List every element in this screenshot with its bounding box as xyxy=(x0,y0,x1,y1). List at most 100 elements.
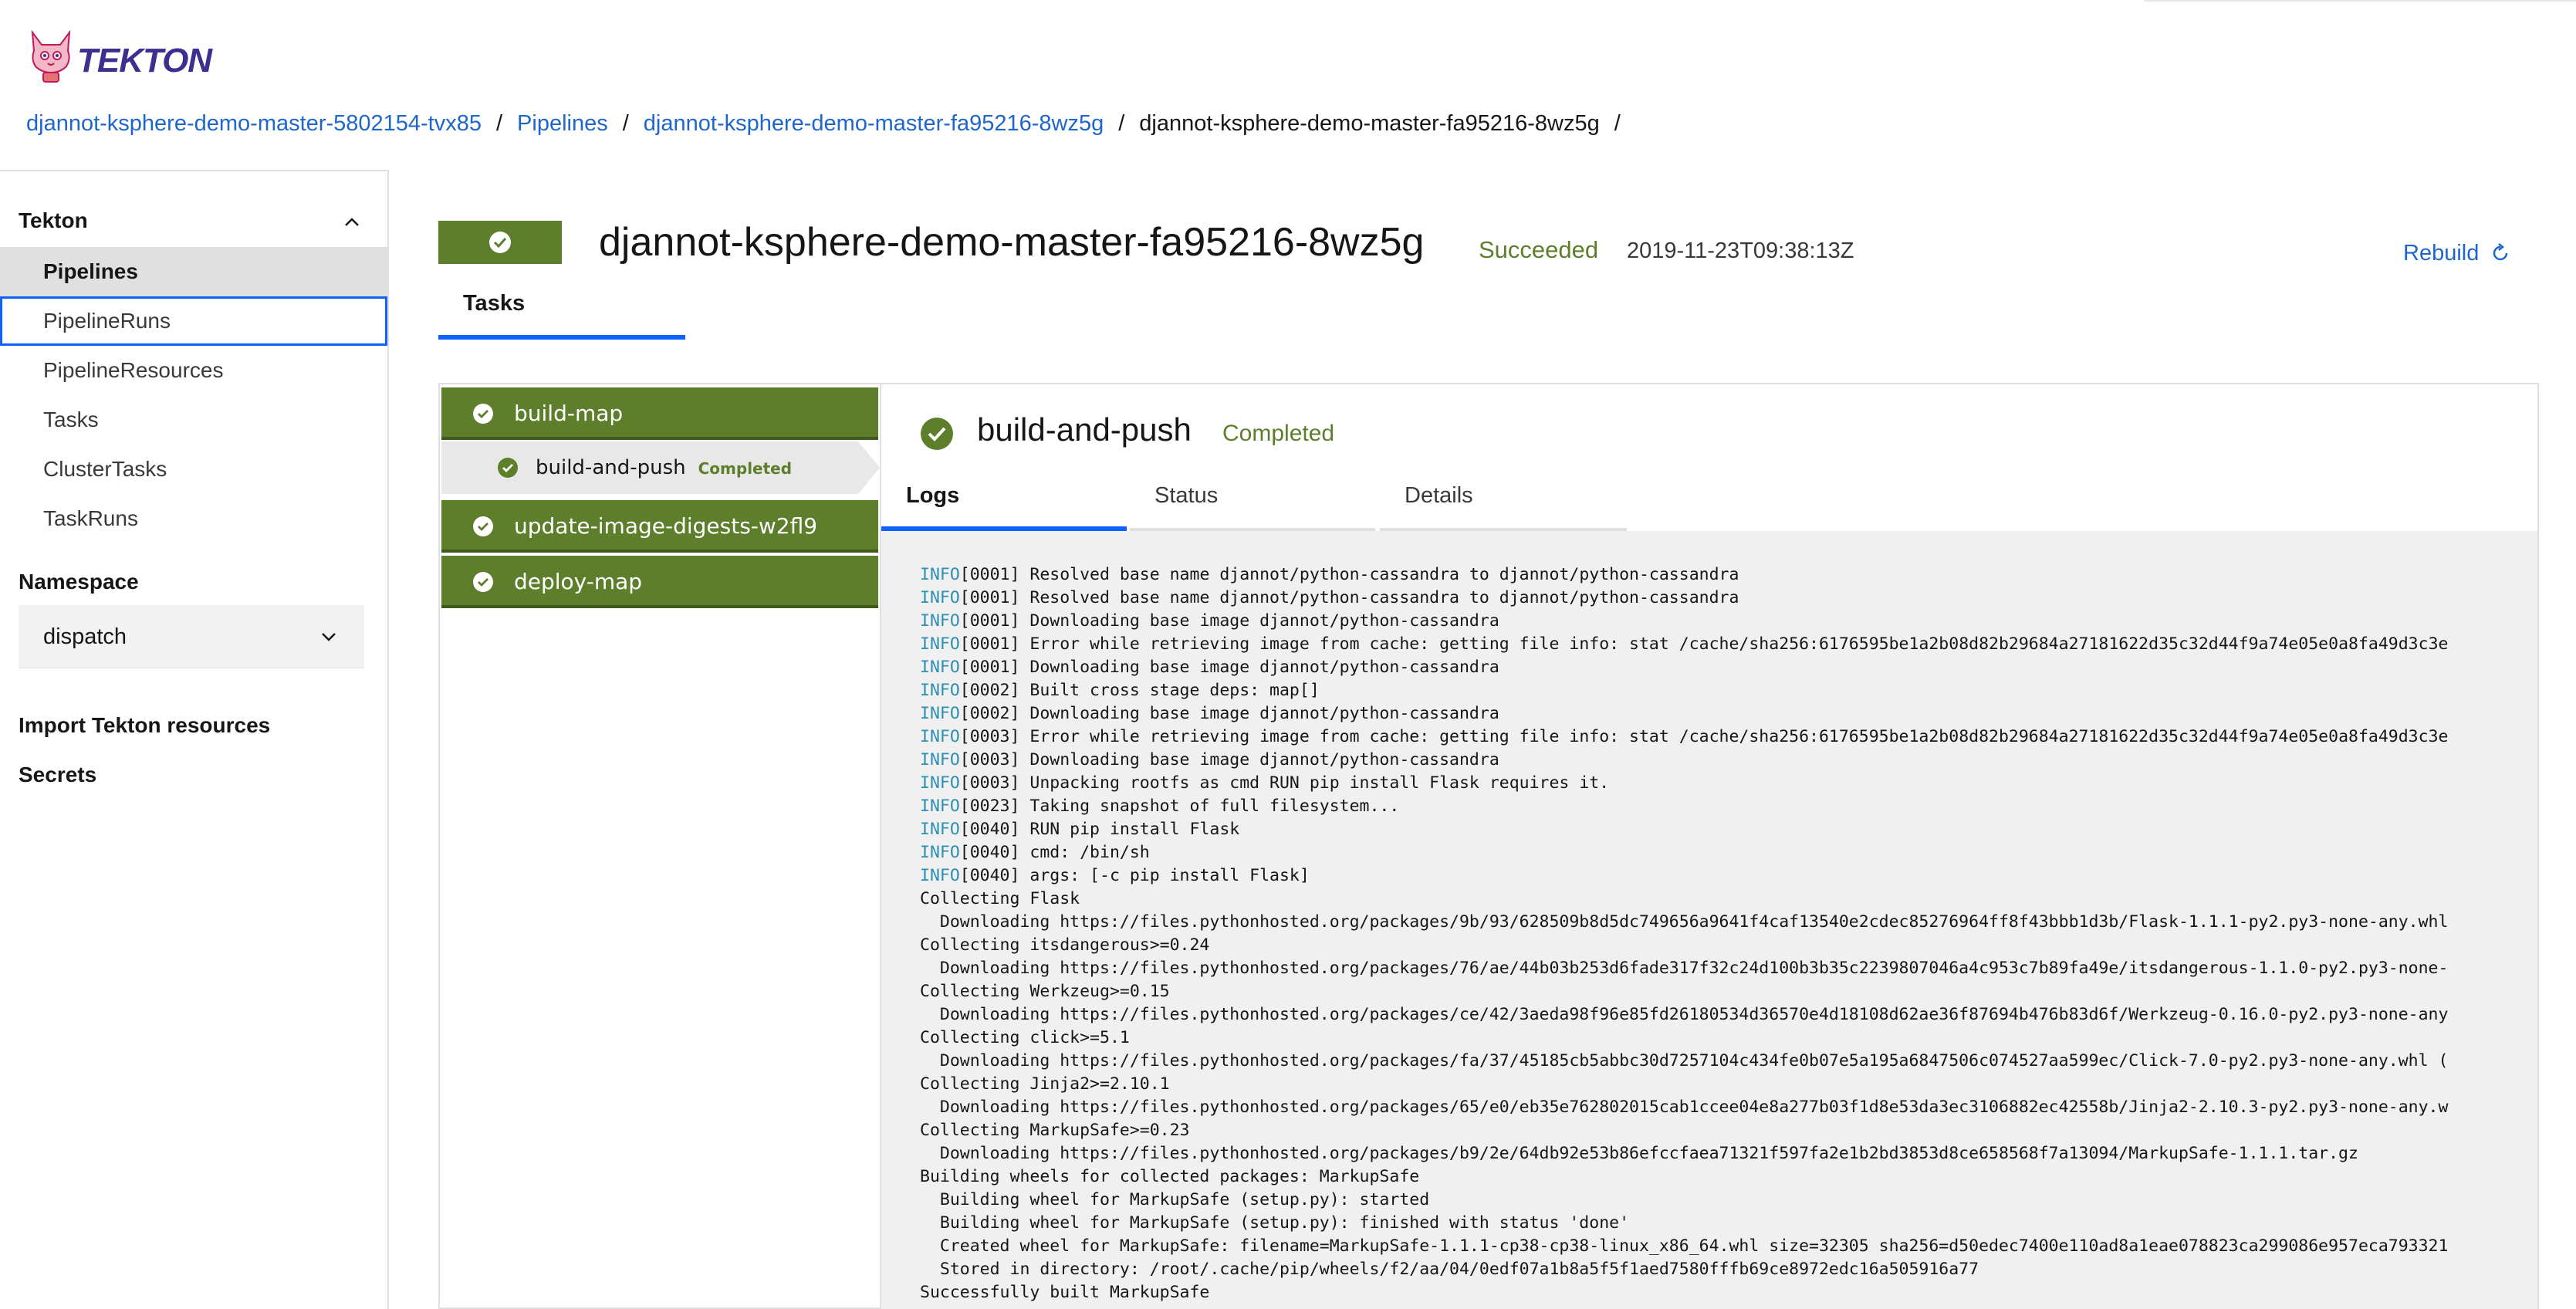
breadcrumb-separator: / xyxy=(622,111,629,136)
breadcrumb-separator: / xyxy=(495,111,503,136)
log-line: INFO[0003] Unpacking rootfs as cmd RUN p… xyxy=(920,772,2510,795)
log-text: Downloading https://files.pythonhosted.o… xyxy=(920,1051,2449,1071)
namespace-select[interactable]: dispatch xyxy=(19,605,364,668)
log-line: INFO[0023] Taking snapshot of full files… xyxy=(920,795,2510,818)
log-line: Downloading https://files.pythonhosted.o… xyxy=(920,957,2510,980)
log-line: Collecting Werkzeug>=0.15 xyxy=(920,980,2510,1003)
sidebar-section-tekton[interactable]: Tekton xyxy=(19,208,88,233)
log-text: [0001] Resolved base name djannot/python… xyxy=(959,565,1739,584)
log-line: Collecting MarkupSafe>=0.23 xyxy=(920,1119,2510,1142)
header-top-line xyxy=(2144,0,2576,2)
checkmark-circle-icon xyxy=(473,516,493,536)
rebuild-button[interactable]: Rebuild xyxy=(2403,239,2511,267)
log-line: Collecting itsdangerous>=0.24 xyxy=(920,934,2510,957)
log-text: [0002] Built cross stage deps: map[] xyxy=(959,681,1320,700)
log-text: Collecting Werkzeug>=0.15 xyxy=(920,982,1170,1001)
log-level: INFO xyxy=(920,773,960,793)
log-level: INFO xyxy=(920,565,960,584)
chevron-up-icon[interactable] xyxy=(341,211,363,233)
log-line: INFO[0003] Downloading base image djanno… xyxy=(920,749,2510,772)
step-status-badge: Completed xyxy=(698,459,793,478)
breadcrumb-pipelines-link[interactable]: Pipelines xyxy=(517,110,608,137)
sidebar-item-taskruns[interactable]: TaskRuns xyxy=(0,494,387,543)
log-text: Stored in directory: /root/.cache/pip/wh… xyxy=(920,1260,1979,1279)
tekton-cat-icon xyxy=(31,29,71,83)
log-line: INFO[0002] Built cross stage deps: map[] xyxy=(920,679,2510,702)
log-text: Building wheel for MarkupSafe (setup.py)… xyxy=(920,1213,1630,1233)
log-line: INFO[0001] Error while retrieving image … xyxy=(920,633,2510,656)
log-text: Downloading https://files.pythonhosted.o… xyxy=(920,1098,2449,1117)
checkmark-circle-icon xyxy=(473,404,493,424)
run-status-indicator xyxy=(438,221,562,264)
breadcrumb-namespace-link[interactable]: djannot-ksphere-demo-master-5802154-tvx8… xyxy=(26,110,482,137)
sidebar-item-secrets[interactable]: Secrets xyxy=(19,763,96,787)
breadcrumb-separator: / xyxy=(1614,111,1621,136)
task-label: deploy-map xyxy=(514,569,643,594)
chevron-down-icon xyxy=(322,633,336,641)
log-viewer[interactable]: INFO[0001] Resolved base name djannot/py… xyxy=(881,531,2537,1309)
log-text: Building wheel for MarkupSafe (setup.py)… xyxy=(920,1190,1430,1209)
log-line: INFO[0001] Resolved base name djannot/py… xyxy=(920,587,2510,610)
log-line: INFO[0002] Downloading base image djanno… xyxy=(920,702,2510,726)
log-line: Building wheel for MarkupSafe (setup.py)… xyxy=(920,1212,2510,1235)
task-deploy-map[interactable]: deploy-map xyxy=(441,556,878,608)
namespace-select-value: dispatch xyxy=(43,624,127,649)
log-text: [0040] cmd: /bin/sh xyxy=(959,843,1150,862)
sidebar-item-pipelineresources[interactable]: PipelineResources xyxy=(0,346,387,395)
log-text: Successfully built MarkupSafe xyxy=(920,1283,1210,1302)
log-text: Collecting Jinja2>=2.10.1 xyxy=(920,1074,1170,1094)
log-level: INFO xyxy=(920,634,960,654)
log-line: INFO[0001] Downloading base image djanno… xyxy=(920,656,2510,679)
task-build-map[interactable]: build-map xyxy=(441,387,878,440)
log-line: Downloading https://files.pythonhosted.o… xyxy=(920,1003,2510,1027)
log-text: Created wheel for MarkupSafe: filename=M… xyxy=(920,1236,2449,1256)
log-text: [0002] Downloading base image djannot/py… xyxy=(959,704,1499,723)
log-text: [0001] Resolved base name djannot/python… xyxy=(959,588,1739,607)
sidebar-item-tasks[interactable]: Tasks xyxy=(0,395,387,445)
log-text: [0040] RUN pip install Flask xyxy=(959,820,1240,839)
log-line: Successfully built MarkupSafe xyxy=(920,1281,2510,1304)
tab-status[interactable]: Status xyxy=(1130,472,1375,531)
log-text: Collecting MarkupSafe>=0.23 xyxy=(920,1121,1190,1140)
tekton-logo[interactable]: TEKTON xyxy=(26,28,212,83)
log-line: Downloading https://files.pythonhosted.o… xyxy=(920,1142,2510,1165)
sidebar-item-import-resources[interactable]: Import Tekton resources xyxy=(19,713,270,738)
log-line: Collecting click>=5.1 xyxy=(920,1027,2510,1050)
log-text: Downloading https://files.pythonhosted.o… xyxy=(920,1005,2449,1024)
task-label: build-map xyxy=(514,401,624,426)
selected-step-pointer xyxy=(858,441,880,494)
log-text: [0003] Unpacking rootfs as cmd RUN pip i… xyxy=(959,773,1610,793)
breadcrumb-current-run: djannot-ksphere-demo-master-fa95216-8wz5… xyxy=(1139,111,1600,136)
log-text: Collecting Flask xyxy=(920,889,1080,908)
log-text: Downloading https://files.pythonhosted.o… xyxy=(920,1144,2358,1163)
log-text: Collecting itsdangerous>=0.24 xyxy=(920,935,1210,955)
log-line: INFO[0003] Error while retrieving image … xyxy=(920,726,2510,749)
step-label: build-and-push xyxy=(536,456,686,479)
log-level: INFO xyxy=(920,658,960,677)
step-build-and-push[interactable]: build-and-push Completed xyxy=(441,441,858,494)
run-timestamp: 2019-11-23T09:38:13Z xyxy=(1627,238,1854,263)
log-text: [0023] Taking snapshot of full filesyste… xyxy=(959,797,1400,816)
log-line: Building wheels for collected packages: … xyxy=(920,1165,2510,1189)
task-update-image-digests[interactable]: update-image-digests-w2fl9 xyxy=(441,500,878,553)
log-text: [0001] Error while retrieving image from… xyxy=(959,634,2449,654)
log-level: INFO xyxy=(920,866,960,885)
log-line: Collecting Jinja2>=2.10.1 xyxy=(920,1073,2510,1096)
run-status-text: Succeeded xyxy=(1479,236,1599,263)
log-line: Downloading https://files.pythonhosted.o… xyxy=(920,1050,2510,1073)
log-line: INFO[0040] cmd: /bin/sh xyxy=(920,841,2510,864)
tab-logs[interactable]: Logs xyxy=(881,472,1127,531)
tab-details[interactable]: Details xyxy=(1380,472,1627,531)
log-level: INFO xyxy=(920,750,960,770)
breadcrumb-pipeline-link[interactable]: djannot-ksphere-demo-master-fa95216-8wz5… xyxy=(644,110,1104,137)
log-line: INFO[0001] Downloading base image djanno… xyxy=(920,610,2510,633)
log-text: [0001] Downloading base image djannot/py… xyxy=(959,611,1499,631)
step-title: build-and-push xyxy=(977,411,1192,448)
breadcrumb: djannot-ksphere-demo-master-5802154-tvx8… xyxy=(26,110,1635,137)
sidebar-item-clustertasks[interactable]: ClusterTasks xyxy=(0,445,387,494)
tab-tasks[interactable]: Tasks xyxy=(438,279,685,340)
sidebar-item-pipelines[interactable]: Pipelines xyxy=(0,247,387,296)
sidebar-item-pipelineruns[interactable]: PipelineRuns xyxy=(0,296,387,346)
log-level: INFO xyxy=(920,704,960,723)
breadcrumb-separator: / xyxy=(1118,111,1125,136)
